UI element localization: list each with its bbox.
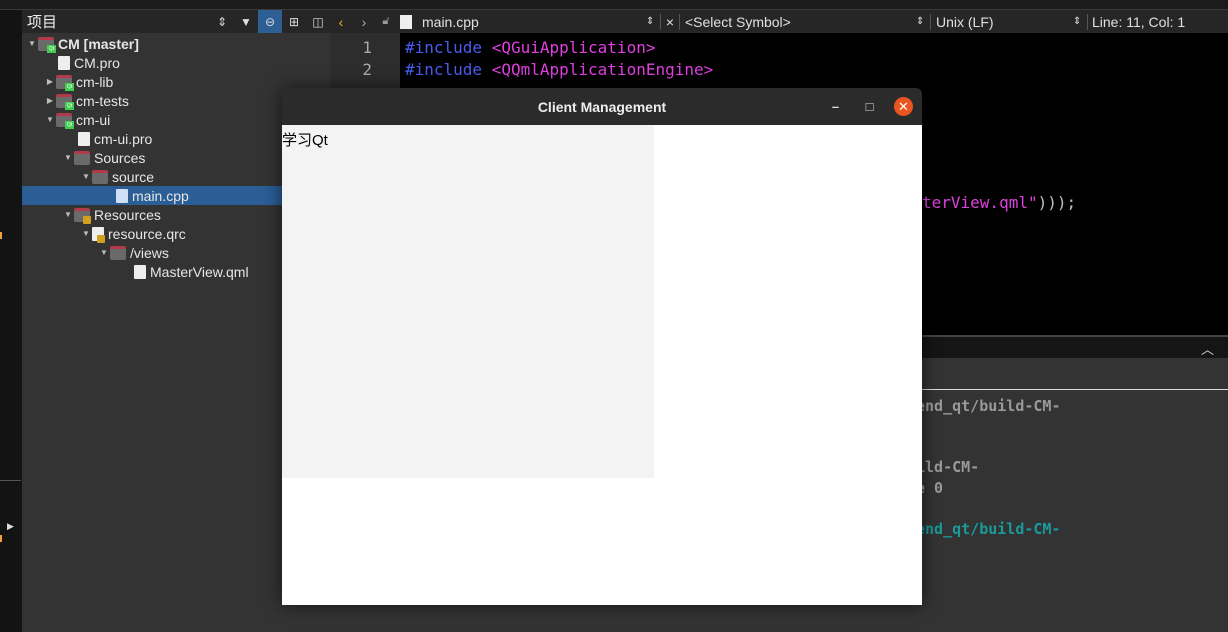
window-titlebar[interactable]: Client Management – □ ✕ xyxy=(282,88,922,125)
tree-label: /views xyxy=(130,244,169,261)
expand-icon[interactable]: ▼ xyxy=(98,248,110,257)
folder-icon xyxy=(92,169,108,184)
output-pane-header: ︿ xyxy=(922,335,1228,358)
expand-icon[interactable]: ▼ xyxy=(26,39,38,48)
qt-project-icon: Qt xyxy=(38,36,56,53)
split-icon[interactable]: ⊞ xyxy=(282,10,306,33)
cursor-position[interactable]: Line: 11, Col: 1 xyxy=(1088,14,1185,30)
output-line: end_qt/build-CM- xyxy=(916,520,1061,538)
qrc-file-icon xyxy=(92,226,105,243)
maximize-pane-icon[interactable]: ︿ xyxy=(1201,339,1214,358)
symbol-selector[interactable]: <Select Symbol> xyxy=(680,14,916,30)
qt-project-icon: Qt xyxy=(56,74,74,91)
output-line: ild-CM- xyxy=(916,458,980,476)
close-document-icon[interactable]: × xyxy=(661,14,679,30)
tree-label: Resources xyxy=(94,206,161,223)
tree-label: Sources xyxy=(94,149,146,166)
tree-label: cm-ui.pro xyxy=(94,130,153,147)
code-line: #include <QQmlApplicationEngine> xyxy=(405,60,714,79)
tree-label: CM.pro xyxy=(74,54,120,71)
editor-toolbar: ‹ › 🔓︎ main.cpp ⇕ × <Select Symbol> ⇕ Un… xyxy=(330,10,1228,33)
folder-icon xyxy=(110,245,126,260)
close-panel-icon[interactable]: ◫ xyxy=(306,10,330,33)
line-number: 1 xyxy=(362,38,372,57)
output-toolbar xyxy=(922,358,1228,390)
minimize-icon[interactable]: – xyxy=(826,97,845,116)
tree-item-cm[interactable]: ▼ Qt CM [master] xyxy=(22,34,330,53)
indicator xyxy=(0,232,2,239)
expand-icon[interactable]: ▼ xyxy=(62,153,74,162)
cpp-file-icon xyxy=(116,188,128,203)
line-ending-arrows-icon[interactable]: ⇕ xyxy=(1073,16,1087,27)
expand-icon[interactable]: ▶ xyxy=(44,77,56,86)
cpp-folder-icon xyxy=(74,150,90,165)
tree-label: cm-lib xyxy=(76,73,114,90)
pro-file-icon xyxy=(78,131,90,146)
window-content: 学习Qt xyxy=(282,125,922,605)
code-line: terView.qml"))); xyxy=(922,193,1077,212)
pro-file-icon xyxy=(58,55,70,70)
expand-icon[interactable]: ▶ xyxy=(44,96,56,105)
divider xyxy=(0,480,21,481)
link-icon[interactable]: ⊖ xyxy=(258,10,282,33)
expand-icon[interactable]: ▼ xyxy=(44,115,56,124)
tree-label: cm-ui xyxy=(76,111,111,128)
filter-icon[interactable]: ▼ xyxy=(234,10,258,33)
line-ending-selector[interactable]: Unix (LF) xyxy=(931,14,1073,30)
tree-label: source xyxy=(112,168,155,185)
project-panel-header: 项目 ⇕ ▼ ⊖ ⊞ ◫ xyxy=(22,10,330,33)
output-line: end_qt/build-CM- xyxy=(916,397,1061,415)
code-line: #include <QGuiApplication> xyxy=(405,38,656,57)
content-text: 学习Qt xyxy=(282,132,328,149)
tree-label: MasterView.qml xyxy=(150,263,249,280)
file-selector-arrows-icon[interactable]: ⇕ xyxy=(646,16,660,27)
compile-output: end_qt/build-CM- . ild-CM- e 0 end_qt/bu… xyxy=(916,391,1228,632)
resources-folder-icon xyxy=(74,207,91,224)
window-title: Client Management xyxy=(537,98,667,115)
sort-icon[interactable]: ⇕ xyxy=(210,10,234,33)
maximize-icon[interactable]: □ xyxy=(860,97,879,116)
qt-project-icon: Qt xyxy=(56,112,74,129)
mode-sidebar: ▶ xyxy=(0,10,22,632)
back-icon[interactable]: ‹ xyxy=(330,14,352,30)
document-icon xyxy=(400,14,412,29)
file-selector[interactable]: main.cpp xyxy=(422,14,646,30)
panel-title: 项目 xyxy=(27,14,58,31)
expand-icon[interactable]: ▼ xyxy=(62,210,74,219)
forward-icon[interactable]: › xyxy=(352,14,376,30)
tree-label: cm-tests xyxy=(76,92,129,109)
background-overlay xyxy=(282,125,654,478)
close-icon[interactable]: ✕ xyxy=(894,97,913,116)
line-number: 2 xyxy=(362,60,372,79)
indicator xyxy=(0,535,2,542)
lock-icon[interactable]: 🔓︎ xyxy=(376,15,396,28)
menu-bar xyxy=(0,0,1228,10)
tree-label: main.cpp xyxy=(132,187,189,204)
expand-icon[interactable]: ▼ xyxy=(80,172,92,181)
symbol-arrows-icon[interactable]: ⇕ xyxy=(916,16,930,27)
tree-label: CM [master] xyxy=(58,35,139,52)
tree-item-cm-pro[interactable]: CM.pro xyxy=(22,53,330,72)
client-management-window: Client Management – □ ✕ 学习Qt xyxy=(282,88,922,605)
qml-file-icon xyxy=(134,264,146,279)
tree-label: resource.qrc xyxy=(108,225,186,242)
qt-project-icon: Qt xyxy=(56,93,74,110)
expand-icon[interactable]: ▼ xyxy=(80,229,92,238)
run-icon[interactable]: ▶ xyxy=(7,521,14,532)
